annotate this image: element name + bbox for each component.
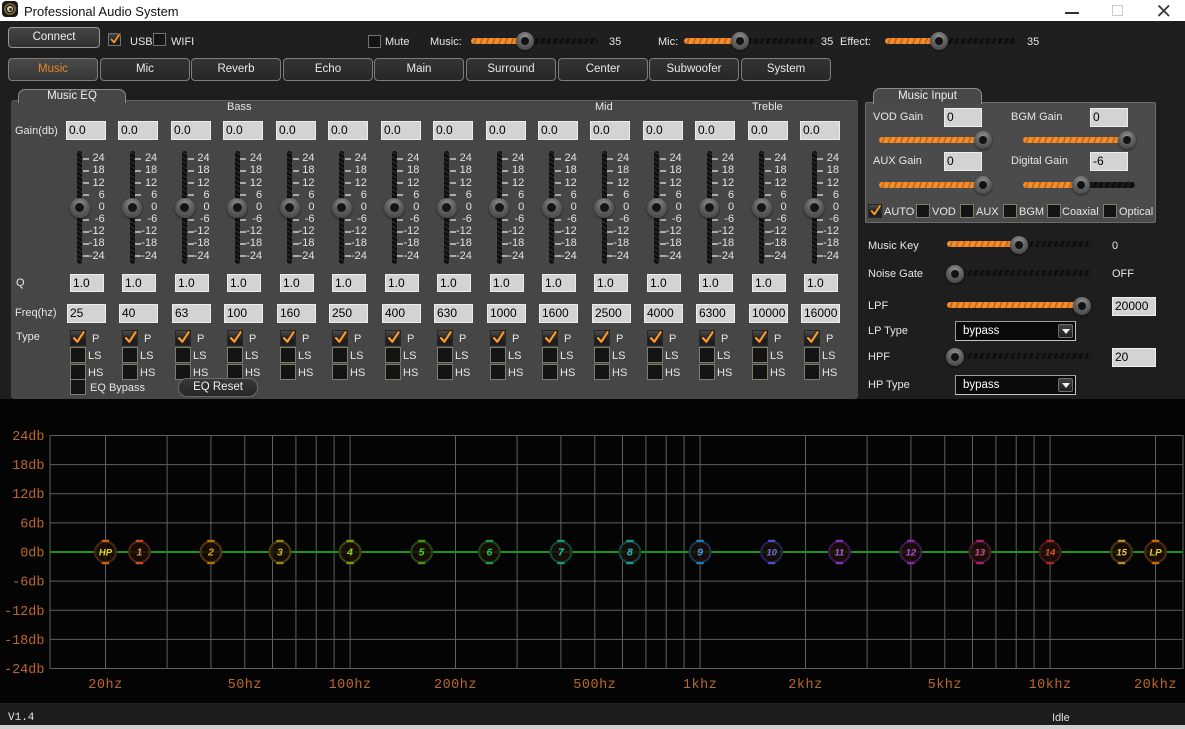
- svg-text:3: 3: [277, 547, 283, 559]
- svg-text:10: 10: [766, 548, 777, 559]
- svg-text:-24db: -24db: [4, 663, 45, 678]
- svg-text:13: 13: [975, 548, 986, 559]
- svg-text:8: 8: [627, 547, 633, 559]
- svg-text:2: 2: [207, 547, 214, 559]
- svg-text:10khz: 10khz: [1029, 678, 1072, 693]
- svg-text:100hz: 100hz: [329, 678, 372, 693]
- svg-text:50hz: 50hz: [228, 678, 262, 693]
- svg-text:6: 6: [486, 547, 492, 559]
- svg-text:0db: 0db: [20, 547, 44, 562]
- svg-text:6db: 6db: [20, 517, 44, 532]
- svg-text:-12db: -12db: [4, 605, 45, 620]
- svg-text:18db: 18db: [12, 459, 44, 474]
- svg-text:15: 15: [1116, 548, 1127, 559]
- svg-text:11: 11: [834, 548, 844, 559]
- svg-text:200hz: 200hz: [434, 678, 477, 693]
- svg-text:LP: LP: [1149, 548, 1162, 559]
- svg-text:5khz: 5khz: [928, 678, 962, 693]
- svg-text:2khz: 2khz: [788, 678, 822, 693]
- svg-text:12: 12: [906, 548, 917, 559]
- svg-text:24db: 24db: [12, 430, 44, 445]
- svg-text:12db: 12db: [12, 488, 44, 503]
- svg-text:1: 1: [136, 547, 142, 559]
- svg-text:1khz: 1khz: [683, 678, 717, 693]
- svg-text:14: 14: [1045, 548, 1056, 559]
- svg-text:20hz: 20hz: [88, 678, 122, 693]
- svg-text:-18db: -18db: [4, 634, 45, 649]
- svg-text:20khz: 20khz: [1134, 678, 1177, 693]
- svg-text:HP: HP: [99, 548, 113, 559]
- svg-text:500hz: 500hz: [573, 678, 616, 693]
- svg-text:-6db: -6db: [12, 576, 44, 591]
- svg-text:4: 4: [346, 547, 353, 559]
- svg-text:5: 5: [419, 547, 425, 559]
- svg-text:9: 9: [697, 547, 703, 559]
